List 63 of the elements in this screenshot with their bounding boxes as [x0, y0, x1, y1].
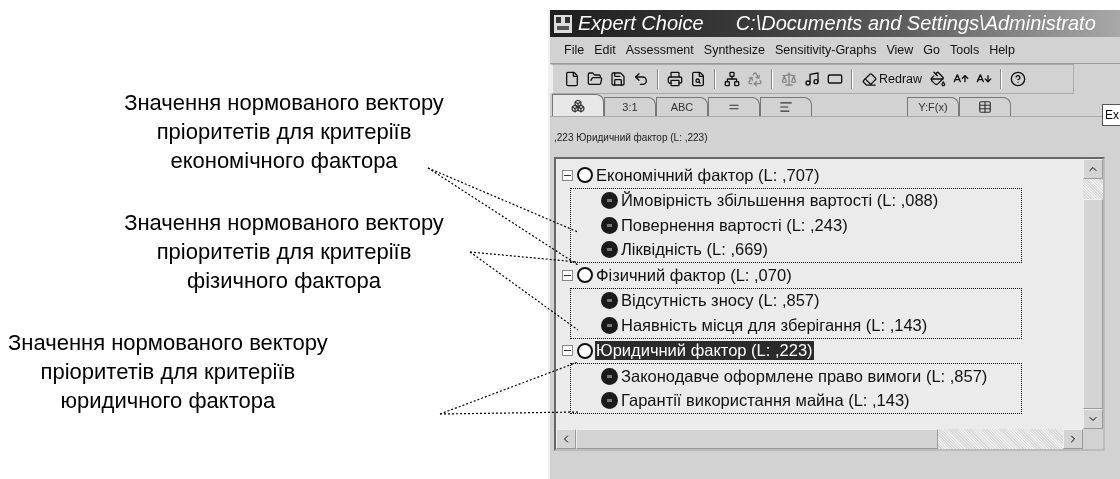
- annotation-caption: Значення нормованого вектору пріоритетів для критеріїв юридичного фактора: [7, 329, 328, 415]
- collapse-icon[interactable]: [562, 345, 573, 357]
- save-icon[interactable]: [609, 70, 627, 88]
- cubes-icon: [571, 98, 585, 113]
- music-note-icon[interactable]: [803, 70, 821, 88]
- paint-bucket-icon[interactable]: [929, 70, 948, 88]
- status-text: ,223 Юридичний фактор (L: ,223): [554, 131, 708, 143]
- horizontal-scrollbar[interactable]: [556, 429, 1083, 449]
- filled-node-icon: [601, 241, 618, 259]
- file-path: C:\Documents and Settings\Administrato: [735, 12, 1096, 35]
- menu-item[interactable]: Synthesize: [703, 43, 765, 57]
- hierarchy-icon[interactable]: [723, 70, 741, 88]
- collapse-icon[interactable]: [562, 269, 573, 281]
- annotation-caption: Значення нормованого вектору пріоритетів для критеріїв економічного фактора: [123, 89, 444, 175]
- scrollbar-corner: [1083, 429, 1103, 449]
- tree-node-label[interactable]: Ліквідність (L: ,669): [620, 240, 769, 260]
- print-preview-icon[interactable]: [689, 70, 707, 88]
- tree-node-label[interactable]: Юридичний фактор (L: ,223): [595, 341, 814, 361]
- window-title: Expert Choice: [578, 12, 704, 35]
- menu-item[interactable]: Edit: [594, 43, 616, 57]
- open-node-icon: [577, 342, 593, 359]
- help-icon[interactable]: [1009, 70, 1028, 88]
- side-button[interactable]: Ex: [1102, 104, 1120, 126]
- view-tab[interactable]: Y:F(x): [907, 97, 959, 116]
- new-file-icon[interactable]: [563, 70, 581, 88]
- filled-node-icon: [601, 316, 618, 334]
- lines-icon: [779, 100, 793, 114]
- tree-node-label[interactable]: Економічний фактор (L: ,707): [595, 165, 821, 185]
- tree-node-label[interactable]: Наявність місця для зберігання (L: ,143): [620, 315, 929, 335]
- menu-item[interactable]: Help: [989, 43, 1015, 57]
- tree-node-label[interactable]: Відсутність зносу (L: ,857): [620, 291, 821, 311]
- collapse-icon[interactable]: [562, 169, 573, 181]
- folder-icon[interactable]: [586, 70, 604, 88]
- view-tab[interactable]: [959, 97, 1011, 116]
- menu-item[interactable]: Tools: [949, 43, 980, 57]
- menu-item[interactable]: Assessment: [625, 43, 694, 57]
- tree-node-label[interactable]: Ймовірність збільшення вартості (L: ,088): [620, 191, 940, 211]
- app-logo-icon: [554, 14, 572, 33]
- view-tab[interactable]: 3:1: [604, 97, 656, 116]
- view-tab[interactable]: [552, 94, 604, 116]
- menu-item[interactable]: File: [564, 43, 585, 57]
- tree-node-label[interactable]: Законодавче оформлене право вимоги (L: ,857): [620, 366, 989, 386]
- tree-node-label[interactable]: Повернення вартості (L: ,243): [620, 215, 849, 235]
- menu-item[interactable]: Sensitivity-Graphs: [774, 43, 877, 57]
- annotation-caption: Значення нормованого вектору пріоритетів для критеріїв фізичного фактора: [123, 209, 444, 295]
- redraw-button[interactable]: Redraw: [860, 71, 925, 87]
- open-node-icon: [577, 167, 593, 184]
- menu-item[interactable]: View: [886, 43, 914, 57]
- vertical-scrollbar[interactable]: [1083, 159, 1103, 429]
- menu-item[interactable]: Go: [923, 43, 940, 57]
- view-tab[interactable]: ABC: [656, 97, 708, 116]
- open-node-icon: [577, 267, 593, 284]
- table-icon: [978, 100, 992, 114]
- tree-node-label[interactable]: Гарантії використання майна (L: ,143): [620, 391, 911, 411]
- filled-node-icon: [601, 216, 618, 234]
- eraser-icon: [862, 71, 877, 87]
- undo-icon[interactable]: [632, 70, 650, 88]
- filled-node-icon: [601, 367, 618, 385]
- printer-icon[interactable]: [666, 70, 684, 88]
- filled-node-icon: [601, 292, 618, 310]
- filled-node-icon: [601, 392, 618, 410]
- tree-node-label[interactable]: Фізичний фактор (L: ,070): [595, 265, 793, 285]
- filled-node-icon: [601, 192, 618, 210]
